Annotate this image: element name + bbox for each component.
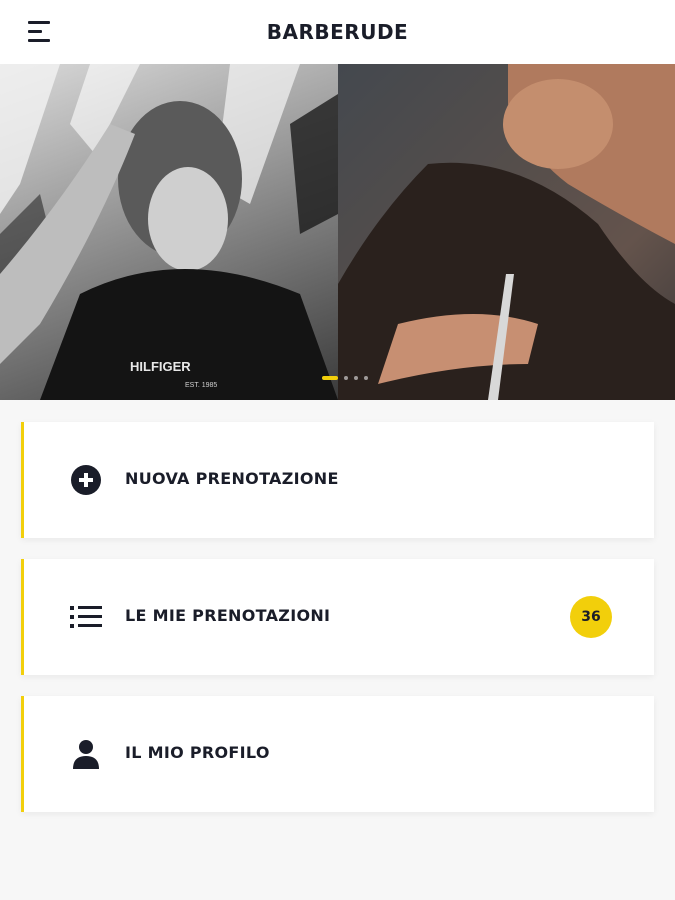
- carousel-dot-2[interactable]: [344, 376, 348, 380]
- app-bar: BARBERUDE: [0, 0, 675, 64]
- carousel-dot-3[interactable]: [354, 376, 358, 380]
- app-title: BARBERUDE: [266, 20, 409, 44]
- my-profile-button[interactable]: IL MIO PROFILO: [21, 696, 654, 812]
- new-booking-button[interactable]: NUOVA PRENOTAZIONE: [21, 422, 654, 538]
- shirt-brand-text: HILFIGER: [130, 359, 191, 374]
- plus-circle-icon: [69, 463, 103, 497]
- my-bookings-button[interactable]: LE MIE PRENOTAZIONI 36: [21, 559, 654, 675]
- bookings-count-badge: 36: [570, 596, 612, 638]
- shirt-sub-text: EST. 1985: [185, 382, 217, 389]
- my-bookings-label: LE MIE PRENOTAZIONI: [125, 606, 331, 625]
- carousel-dot-1[interactable]: [322, 376, 338, 380]
- new-booking-label: NUOVA PRENOTAZIONE: [125, 469, 339, 488]
- carousel-slide-portrait: HILFIGER EST. 1985: [0, 64, 338, 400]
- carousel-pagination: [322, 375, 368, 381]
- carousel-slide-beard: [338, 64, 675, 400]
- image-carousel[interactable]: HILFIGER EST. 1985: [0, 64, 675, 400]
- list-icon: [69, 600, 103, 634]
- carousel-dot-4[interactable]: [364, 376, 368, 380]
- user-icon: [69, 737, 103, 771]
- my-profile-label: IL MIO PROFILO: [125, 743, 270, 762]
